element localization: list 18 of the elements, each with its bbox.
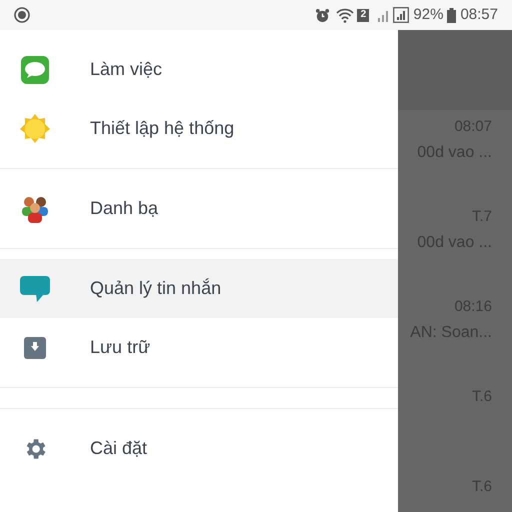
menu-item[interactable]: Lưu trữ bbox=[0, 318, 398, 377]
menu-item[interactable]: Quản lý tin nhắn bbox=[0, 259, 398, 318]
system-icon bbox=[14, 7, 30, 23]
sun-icon bbox=[19, 112, 51, 144]
battery-icon bbox=[447, 8, 456, 22]
sim-badge: 2 bbox=[357, 8, 370, 22]
sms-icon bbox=[20, 54, 50, 84]
archive-icon bbox=[23, 336, 47, 360]
menu-item[interactable]: Cài đặt bbox=[0, 419, 398, 478]
menu-item[interactable]: Danh bạ bbox=[0, 179, 398, 238]
signal-icon bbox=[393, 7, 410, 23]
clock: 08:57 bbox=[460, 4, 498, 25]
menu-item[interactable]: Thiết lập hệ thống bbox=[0, 99, 398, 158]
battery-level: 92% bbox=[413, 4, 444, 25]
alarm-icon bbox=[315, 8, 330, 22]
speech-bubble-icon bbox=[19, 274, 51, 302]
menu-item[interactable]: Làm việc bbox=[0, 40, 398, 99]
wifi-icon bbox=[336, 8, 354, 22]
